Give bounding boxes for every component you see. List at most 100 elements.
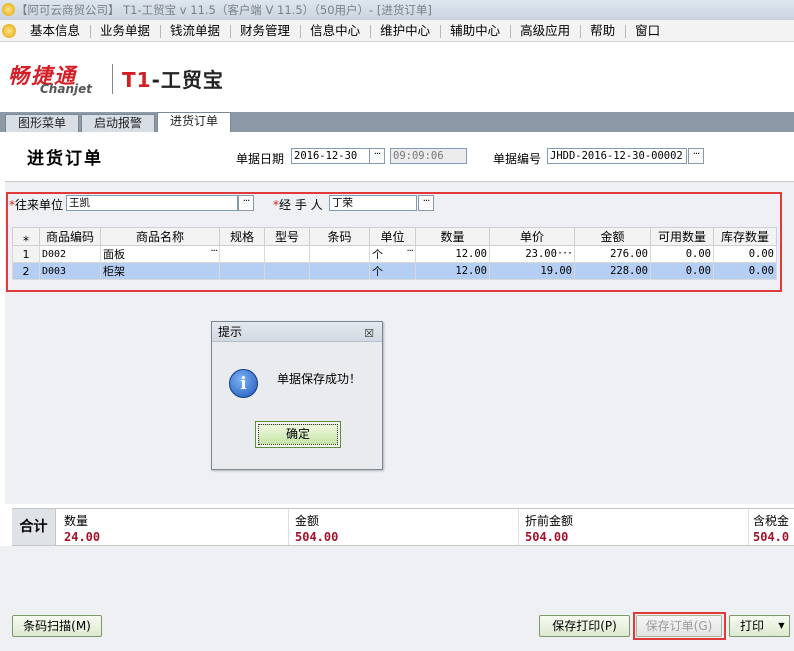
summary-pre-discount-value: 504.00 <box>525 530 569 544</box>
handler-field[interactable]: 丁荣 <box>329 195 417 211</box>
menu-maintenance[interactable]: 维护中心 <box>370 21 440 41</box>
cell-spec[interactable] <box>219 245 265 263</box>
product-logo: T1-工贸宝 <box>122 68 224 92</box>
message-dialog: 提示 ☒ i 单据保存成功！ 确定 <box>211 321 383 470</box>
cell-qty[interactable]: 12.00 <box>415 245 490 263</box>
summary-pre-discount-label: 折前金额 <box>525 514 574 528</box>
table-header-row: ⁎ 商品编码 商品名称 规格 型号 条码 单位 数量 单价 金额 可用数量 库存… <box>12 227 777 246</box>
price-select-button[interactable]: ··· <box>557 248 573 259</box>
tab-purchase-order[interactable]: 进货订单 <box>157 112 232 132</box>
cell-model[interactable] <box>264 245 310 263</box>
partner-select-button[interactable]: ··· <box>238 195 254 211</box>
table-row[interactable]: 1 D002 面板 ··· 个 ··· 12.00 23.00 ··· 276.00 … <box>12 245 777 263</box>
col-header-barcode[interactable]: 条码 <box>309 227 370 246</box>
cell-code[interactable]: D003 <box>39 262 101 280</box>
row-index: 2 <box>12 262 40 280</box>
summary-title: 合计 <box>12 509 56 545</box>
partner-field[interactable]: 王凯 <box>66 195 238 211</box>
window-titlebar: 【阿可云商贸公司】 T1-工贸宝 v 11.5（客户端 V 11.5）（50用户… <box>0 0 794 20</box>
menu-help[interactable]: 帮助 <box>580 21 625 41</box>
col-header-unit[interactable]: 单位 <box>369 227 416 246</box>
cell-unit[interactable]: 个 ··· <box>369 245 416 263</box>
dialog-title: 提示 <box>218 325 243 339</box>
col-header-price[interactable]: 单价 <box>489 227 575 246</box>
summary-tax-label: 含税金 <box>753 514 790 528</box>
app-icon <box>2 3 15 16</box>
save-order-button[interactable]: 保存订单(G) <box>636 615 722 637</box>
col-header-model[interactable]: 型号 <box>264 227 310 246</box>
summary-qty-label: 数量 <box>64 514 89 528</box>
dialog-message: 单据保存成功！ <box>277 372 362 386</box>
menu-advanced[interactable]: 高级应用 <box>510 21 580 41</box>
summary-bar: 合计 数量 24.00 金额 504.00 折前金额 504.00 含税金 50… <box>12 508 794 546</box>
date-field[interactable]: 2016-12-30 <box>291 148 371 164</box>
window-title: 【阿可云商贸公司】 T1-工贸宝 v 11.5（客户端 V 11.5）（50用户… <box>16 3 432 17</box>
summary-qty: 数量 24.00 <box>58 509 288 545</box>
row-index: 1 <box>12 245 40 263</box>
partner-label: *往来单位 <box>9 198 64 212</box>
handler-select-button[interactable]: ··· <box>418 195 434 211</box>
cell-unit[interactable]: 个 <box>369 262 416 280</box>
name-select-button[interactable]: ··· <box>210 247 217 258</box>
unit-select-button[interactable]: ··· <box>406 247 413 258</box>
cell-model[interactable] <box>264 262 310 280</box>
cell-barcode[interactable] <box>309 262 370 280</box>
summary-amount-label: 金额 <box>295 514 320 528</box>
summary-amount-value: 504.00 <box>295 530 339 544</box>
cell-qty[interactable]: 12.00 <box>415 262 490 280</box>
tab-startup-alert[interactable]: 启动报警 <box>81 114 156 132</box>
print-dropdown-arrow[interactable]: ▼ <box>774 615 790 637</box>
col-header-spec[interactable]: 规格 <box>219 227 265 246</box>
cell-name[interactable]: 柜架 <box>100 262 220 280</box>
menu-window[interactable]: 窗口 <box>625 21 670 41</box>
doc-number-field[interactable]: JHDD-2016-12-30-00002 <box>547 148 687 164</box>
ok-button[interactable]: 确定 <box>255 421 341 448</box>
logo-divider <box>112 64 113 94</box>
menu-basic-info[interactable]: 基本信息 <box>20 21 90 41</box>
number-label: 单据编号 <box>493 152 542 166</box>
col-header-stock[interactable]: 库存数量 <box>713 227 777 246</box>
tab-graphic-menu[interactable]: 图形菜单 <box>5 114 80 132</box>
cell-price[interactable]: 23.00 ··· <box>489 245 575 263</box>
handler-label: *经 手 人 <box>273 198 323 212</box>
save-print-button[interactable]: 保存打印(P) <box>539 615 630 637</box>
cell-amount[interactable]: 228.00 <box>574 262 651 280</box>
col-header-available[interactable]: 可用数量 <box>650 227 714 246</box>
ok-button-label: 确定 <box>258 424 338 445</box>
app-menu-icon[interactable] <box>2 23 16 38</box>
col-header-amount[interactable]: 金额 <box>574 227 651 246</box>
cell-amount[interactable]: 276.00 <box>574 245 651 263</box>
close-icon[interactable]: ☒ <box>364 324 374 344</box>
time-field: 09:09:06 <box>390 148 467 164</box>
cell-spec[interactable] <box>219 262 265 280</box>
cell-code[interactable]: D002 <box>39 245 101 263</box>
date-label: 单据日期 <box>236 152 285 166</box>
summary-pre-discount: 折前金额 504.00 <box>518 509 748 545</box>
page-title: 进货订单 <box>27 149 103 169</box>
cell-available: 0.00 <box>650 262 714 280</box>
col-header-code[interactable]: 商品编码 <box>39 227 101 246</box>
menu-assist[interactable]: 辅助中心 <box>440 21 510 41</box>
date-picker-button[interactable]: ··· <box>369 148 385 164</box>
menu-business-docs[interactable]: 业务单据 <box>90 21 160 41</box>
print-button[interactable]: 打印 <box>729 615 775 637</box>
doc-number-button[interactable]: ··· <box>688 148 704 164</box>
barcode-scan-button[interactable]: 条码扫描(M) <box>12 615 102 637</box>
menu-finance[interactable]: 财务管理 <box>230 21 300 41</box>
table-row-selected[interactable]: 2 D003 柜架 个 12.00 19.00 228.00 0.00 0.00 <box>12 262 777 280</box>
col-header-name[interactable]: 商品名称 <box>100 227 220 246</box>
menu-cash-docs[interactable]: 钱流单据 <box>160 21 230 41</box>
summary-qty-value: 24.00 <box>64 530 101 544</box>
col-header-qty[interactable]: 数量 <box>415 227 490 246</box>
menu-bar: 基本信息 业务单据 钱流单据 财务管理 信息中心 维护中心 辅助中心 高级应用 … <box>0 20 794 42</box>
brand-logo-en: Chanjet <box>40 82 92 96</box>
cell-barcode[interactable] <box>309 245 370 263</box>
cell-price[interactable]: 19.00 <box>489 262 575 280</box>
form-header: 进货订单 单据日期 2016-12-30 ··· 09:09:06 单据编号 J… <box>5 132 794 182</box>
summary-tax-value: 504.0 <box>753 530 790 544</box>
menu-info-center[interactable]: 信息中心 <box>300 21 370 41</box>
cell-available: 0.00 <box>650 245 714 263</box>
cell-name[interactable]: 面板 ··· <box>100 245 220 263</box>
tab-strip: 图形菜单 启动报警 进货订单 <box>0 112 794 132</box>
items-table: ⁎ 商品编码 商品名称 规格 型号 条码 单位 数量 单价 金额 可用数量 库存… <box>12 227 777 280</box>
